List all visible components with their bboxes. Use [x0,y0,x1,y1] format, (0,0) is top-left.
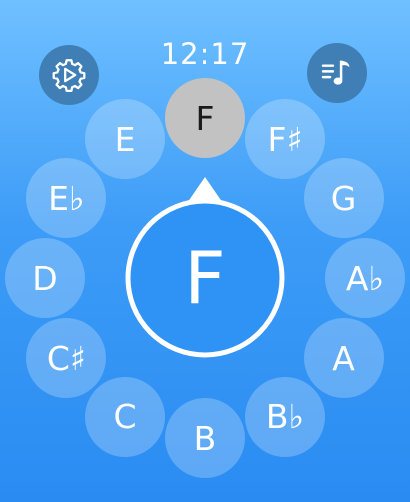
note-button[interactable]: B♭ [245,376,325,457]
note-button[interactable]: F♯ [245,99,325,180]
note-button[interactable]: A♭ [325,238,405,318]
note-button[interactable]: D [5,238,85,318]
note-button[interactable]: C♯ [26,318,107,398]
note-button[interactable]: E [85,99,165,180]
note-button[interactable]: E♭ [26,158,107,238]
note-button[interactable]: B [165,398,245,478]
gear-play-icon [52,59,86,93]
note-button[interactable]: G [303,158,384,238]
music-list-button[interactable] [307,43,367,103]
note-button[interactable]: C [85,376,165,457]
pointer-triangle-icon [188,177,222,201]
music-list-icon [321,60,350,85]
tuner-screen: 12:17 F F♯ G A♭ A B♭ B C C♯ D E♭ E F [0,0,410,502]
settings-button[interactable] [39,45,99,105]
note-button[interactable]: F [165,78,245,158]
current-note-label: F [184,236,226,320]
note-button[interactable]: A [303,318,384,398]
